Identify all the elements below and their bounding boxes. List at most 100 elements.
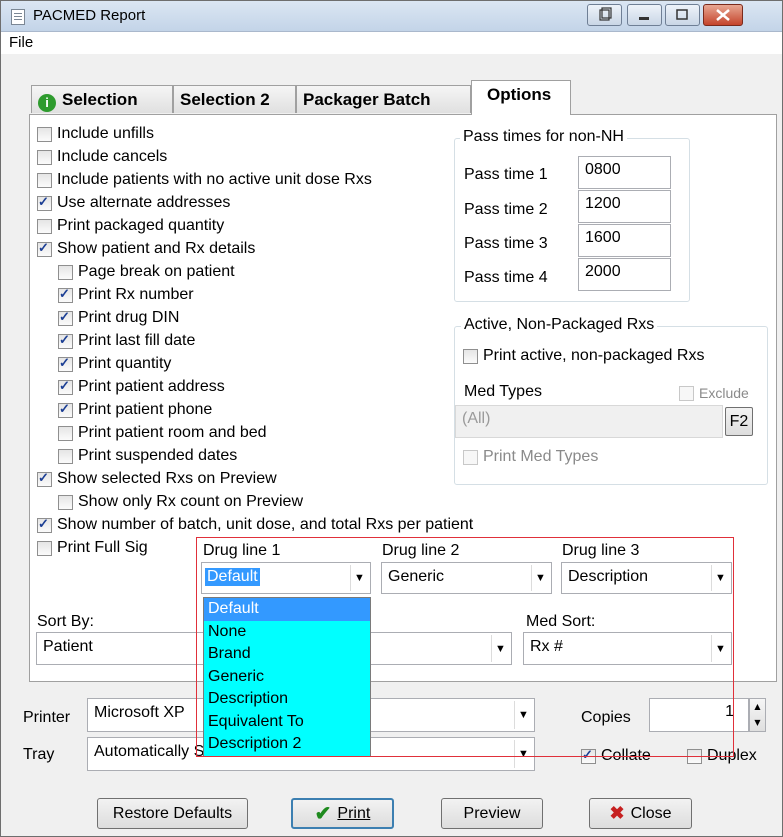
option-checkbox[interactable]: Print patient address xyxy=(58,378,225,396)
print-med-types-checkbox[interactable]: Print Med Types xyxy=(463,448,598,466)
checkbox-label: Include unfills xyxy=(57,125,154,142)
option-checkbox[interactable]: Include patients with no active unit dos… xyxy=(37,171,372,189)
med-sort-select[interactable]: Rx # ▼ xyxy=(523,632,732,665)
checkbox-box xyxy=(58,425,73,441)
maximize-icon xyxy=(676,9,688,20)
option-checkbox[interactable]: Use alternate addresses xyxy=(37,194,230,212)
checkbox-box xyxy=(58,378,73,395)
checkbox-box xyxy=(58,332,73,349)
preview-button[interactable]: Preview xyxy=(441,798,543,829)
drug-line-2-select[interactable]: Generic ▼ xyxy=(381,562,552,594)
close-button[interactable]: ✖ Close xyxy=(589,798,692,829)
checkbox-box xyxy=(58,401,73,418)
tab-label: Selection 2 xyxy=(180,90,270,109)
drug-line-1-select[interactable]: Default ▼ xyxy=(201,562,371,594)
option-checkbox[interactable]: Print packaged quantity xyxy=(37,217,224,235)
chevron-down-icon: ▼ xyxy=(531,565,549,591)
option-checkbox[interactable]: Print drug DIN xyxy=(58,309,179,327)
collate-checkbox[interactable]: Collate xyxy=(581,747,651,765)
drug-line-2-label: Drug line 2 xyxy=(382,542,460,559)
checkbox-box xyxy=(37,516,52,533)
checkbox-box xyxy=(58,355,73,372)
pass-time-4-input[interactable]: 2000 xyxy=(578,258,671,291)
option-checkbox[interactable]: Print patient room and bed xyxy=(58,424,267,442)
option-checkbox[interactable]: Show patient and Rx details xyxy=(37,240,255,258)
chevron-down-icon: ▼ xyxy=(711,635,729,662)
active-rxs-title: Active, Non-Packaged Rxs xyxy=(461,316,658,334)
tab-selection[interactable]: i Selection xyxy=(31,85,173,113)
option-checkbox[interactable]: Show selected Rxs on Preview xyxy=(37,470,277,488)
selected-value: Microsoft XP xyxy=(94,704,185,721)
option-checkbox[interactable]: Page break on patient xyxy=(58,263,235,281)
checkbox-label: Use alternate addresses xyxy=(57,194,231,211)
menu-file[interactable]: File xyxy=(9,34,33,51)
chevron-down-icon: ▼ xyxy=(711,565,729,591)
pass-time-1-input[interactable]: 0800 xyxy=(578,156,671,189)
maximize-button[interactable] xyxy=(665,4,700,26)
title-bar: PACMED Report xyxy=(1,1,782,32)
drug-line-1-dropdown-list: Default None Brand Generic Description Equiva… xyxy=(203,597,371,757)
option-checkbox[interactable]: Print quantity xyxy=(58,355,171,373)
checkbox-box xyxy=(463,449,478,465)
tab-selection-2[interactable]: Selection 2 xyxy=(173,85,296,113)
drug-line-3-select[interactable]: Description ▼ xyxy=(561,562,732,594)
drug-line-3-label: Drug line 3 xyxy=(562,542,640,559)
checkbox-box xyxy=(58,309,73,326)
checkbox-label: Print suspended dates xyxy=(78,447,238,464)
option-checkbox[interactable]: Print Full Sig xyxy=(37,539,148,557)
spin-up-icon[interactable]: ▲ xyxy=(750,699,765,715)
dropdown-option[interactable]: Generic xyxy=(204,666,370,689)
chevron-down-icon: ▼ xyxy=(514,701,532,729)
option-checkbox[interactable]: Print Rx number xyxy=(58,286,194,304)
exclude-checkbox[interactable]: Exclude xyxy=(679,385,749,401)
restore-defaults-button[interactable]: Restore Defaults xyxy=(97,798,248,829)
f2-button[interactable]: F2 xyxy=(725,407,753,436)
option-checkbox[interactable]: Print patient phone xyxy=(58,401,212,419)
option-checkbox[interactable]: Include unfills xyxy=(37,125,154,143)
chevron-down-icon: ▼ xyxy=(514,740,532,768)
pass-time-2-input[interactable]: 1200 xyxy=(578,190,671,223)
print-active-rxs-checkbox[interactable]: Print active, non-packaged Rxs xyxy=(463,347,704,365)
close-window-button[interactable] xyxy=(703,4,743,26)
pass-time-4-label: Pass time 4 xyxy=(464,269,548,286)
print-button[interactable]: ✔ Print xyxy=(291,798,394,829)
dropdown-option[interactable]: None xyxy=(204,621,370,644)
tab-options[interactable]: Options xyxy=(471,80,571,115)
window-title: PACMED Report xyxy=(33,7,146,24)
copies-input[interactable]: 1 xyxy=(649,698,749,732)
dropdown-option[interactable]: Description xyxy=(204,688,370,711)
checkbox-box xyxy=(581,747,596,764)
dropdown-option[interactable]: Description 2 xyxy=(204,733,370,756)
dropdown-option[interactable]: Equivalent To xyxy=(204,711,370,734)
close-button-label: Close xyxy=(630,804,672,822)
option-checkbox[interactable]: Print suspended dates xyxy=(58,447,237,465)
checkbox-box xyxy=(37,540,52,556)
copies-spinner[interactable]: ▲ ▼ xyxy=(749,698,766,732)
option-checkbox[interactable]: Show number of batch, unit dose, and tot… xyxy=(37,516,473,534)
pass-times-title: Pass times for non-NH xyxy=(460,128,627,146)
tab-packager-batch[interactable]: Packager Batch xyxy=(296,85,471,113)
restore-window-button[interactable] xyxy=(587,4,622,26)
minimize-button[interactable] xyxy=(627,4,662,26)
pass-time-2-label: Pass time 2 xyxy=(464,201,548,218)
checkbox-label: Print active, non-packaged Rxs xyxy=(483,347,705,364)
duplex-checkbox[interactable]: Duplex xyxy=(687,747,757,765)
option-checkbox[interactable]: Show only Rx count on Preview xyxy=(58,493,303,511)
option-checkbox[interactable]: Print last fill date xyxy=(58,332,195,350)
close-icon xyxy=(716,9,730,21)
info-icon: i xyxy=(38,94,56,112)
dropdown-option[interactable]: Brand xyxy=(204,643,370,666)
checkbox-box xyxy=(58,494,73,510)
chevron-down-icon: ▼ xyxy=(491,635,509,662)
option-checkbox[interactable]: Include cancels xyxy=(37,148,167,166)
dropdown-option[interactable]: Default xyxy=(204,598,370,621)
selected-value: Patient xyxy=(43,638,93,655)
checkbox-box xyxy=(37,126,52,142)
printer-label: Printer xyxy=(23,709,71,726)
checkbox-label: Exclude xyxy=(699,385,749,401)
pass-time-3-input[interactable]: 1600 xyxy=(578,224,671,257)
spin-down-icon[interactable]: ▼ xyxy=(750,715,765,731)
pass-time-3-label: Pass time 3 xyxy=(464,235,548,252)
checkbox-label: Print patient room and bed xyxy=(78,424,267,441)
checkbox-label: Print Rx number xyxy=(78,286,194,303)
